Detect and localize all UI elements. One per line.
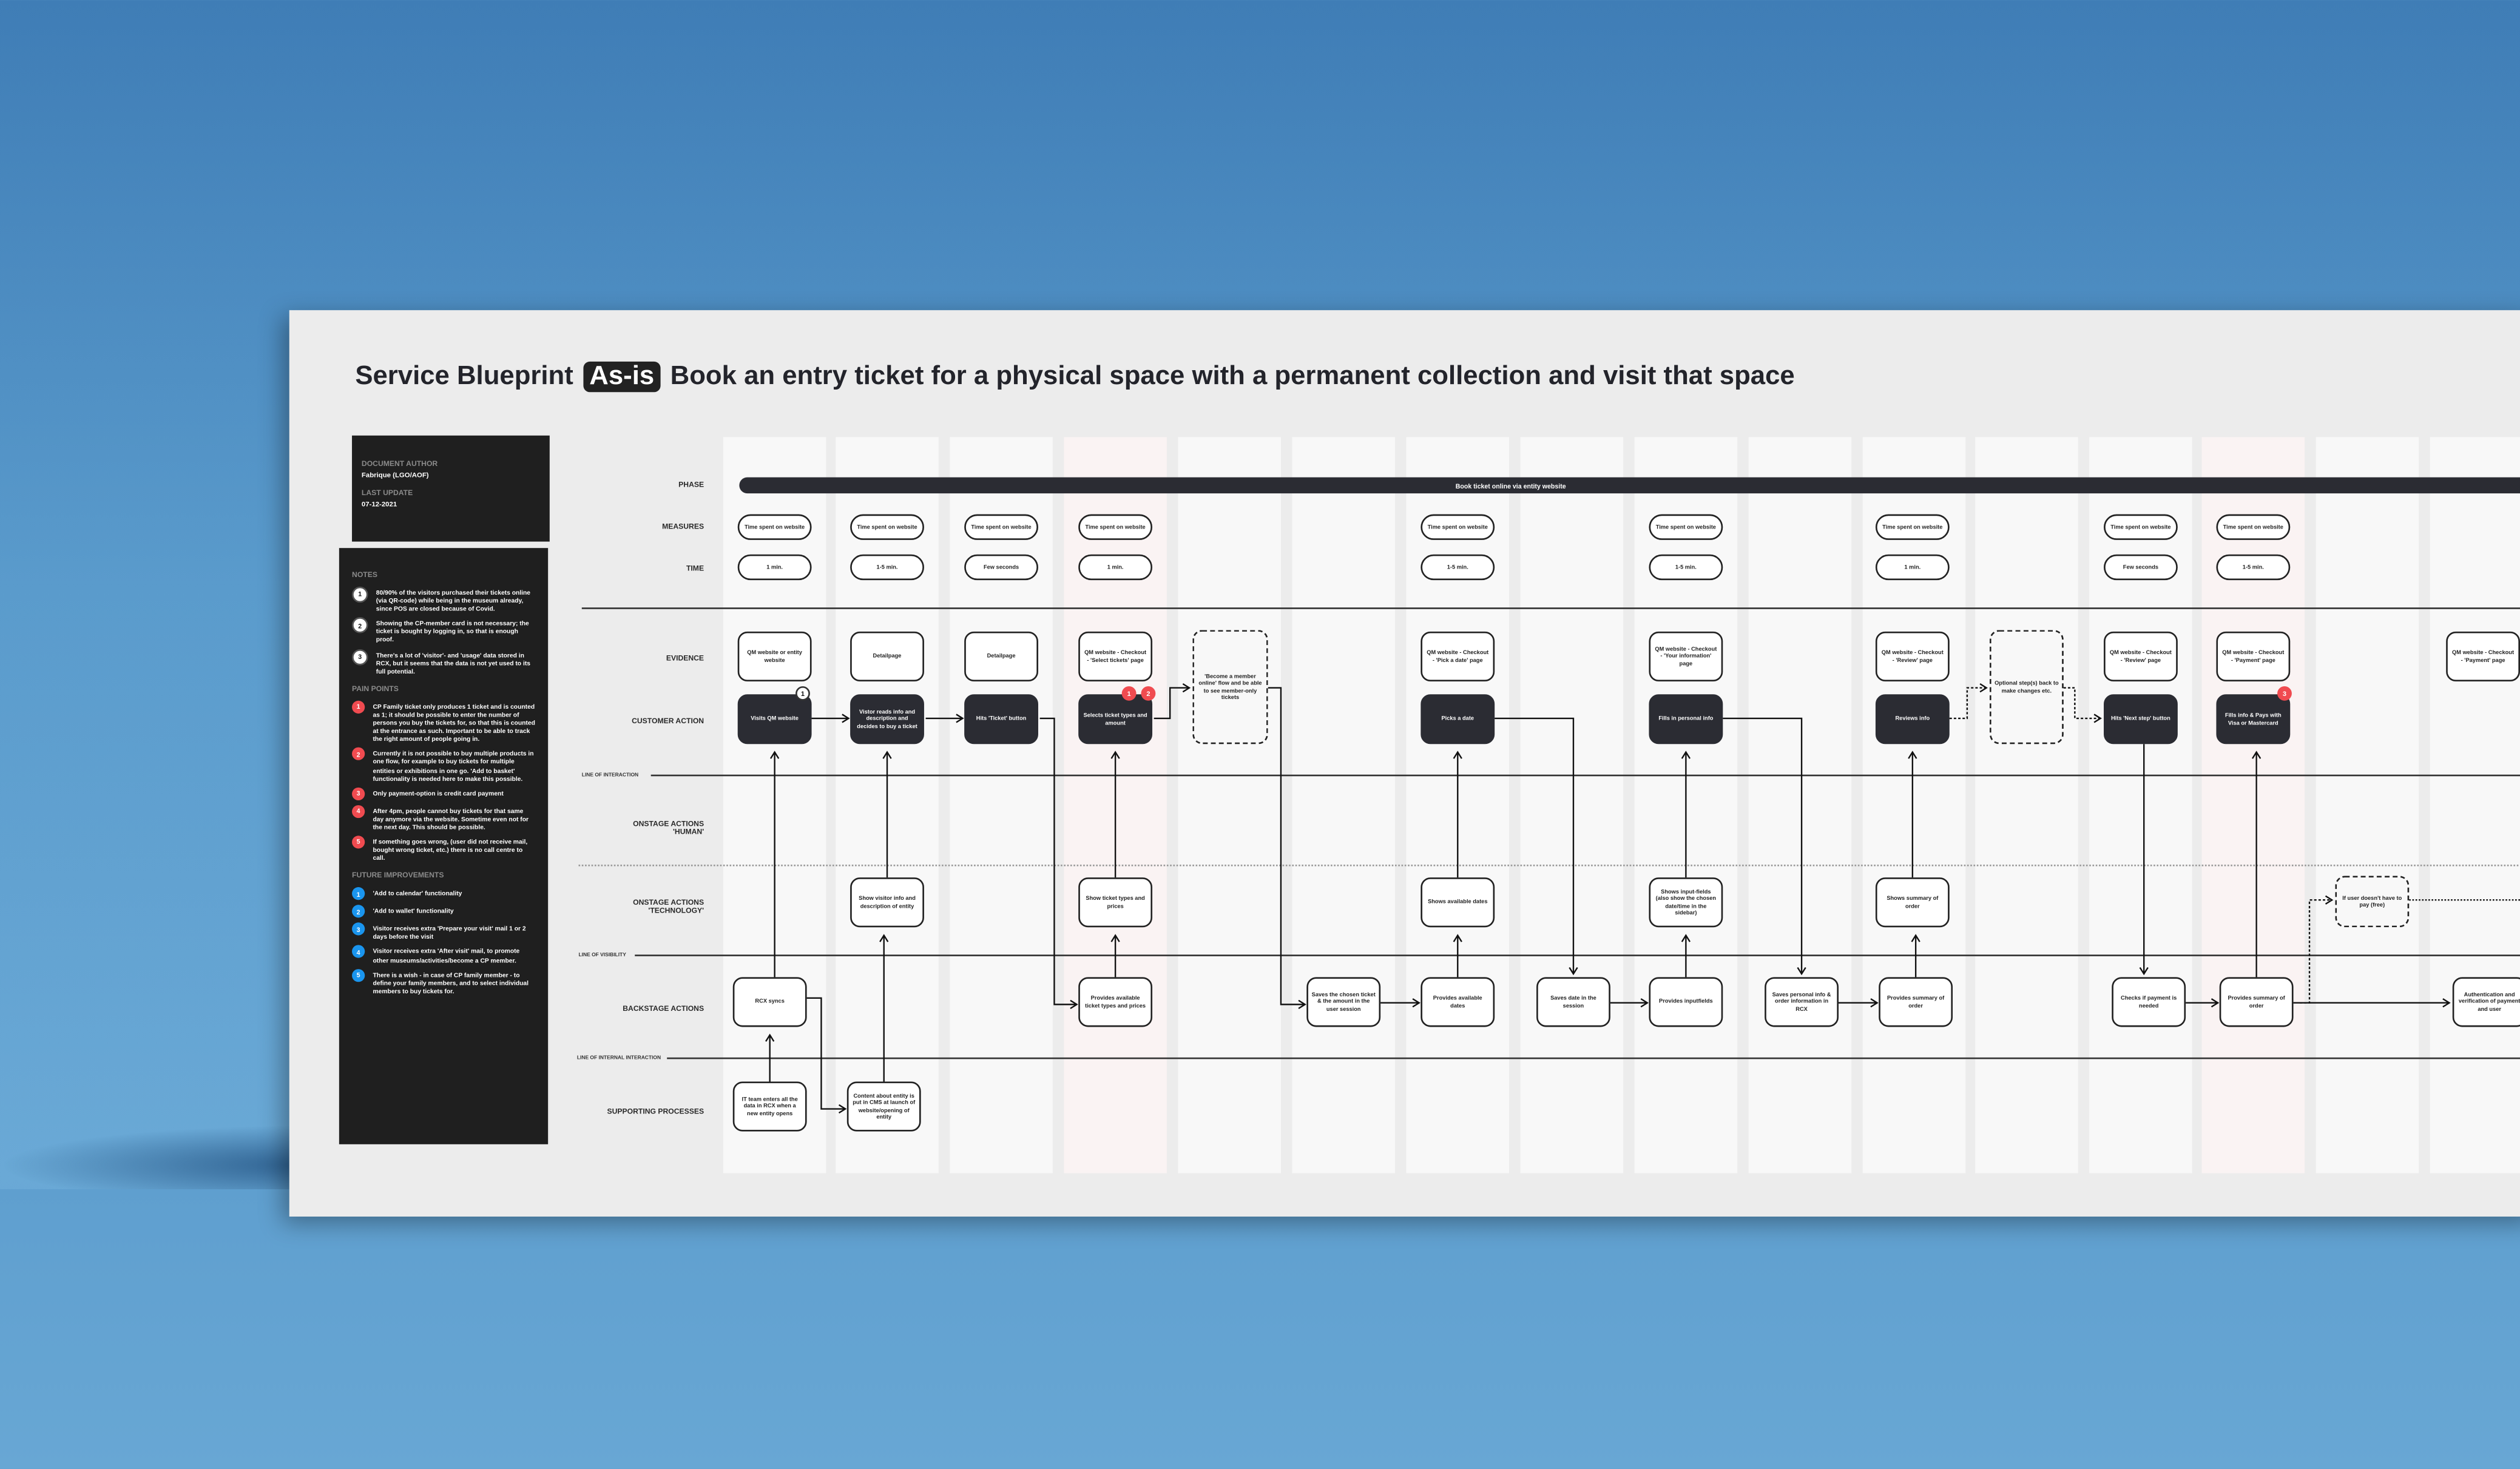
arrow <box>1268 687 1306 1010</box>
arrow <box>1495 717 1578 976</box>
dashed-arrow <box>2063 687 2102 723</box>
arrow <box>1154 683 1191 720</box>
scene: Service Blueprint As-is Book an entry ti… <box>0 0 2520 1469</box>
arrow <box>1723 717 1806 976</box>
arrow <box>1039 717 1078 1010</box>
dashed-arrow <box>1949 683 1988 720</box>
arrow <box>806 997 847 1114</box>
flow-arrows <box>765 683 2520 1114</box>
dashed-arrow <box>2300 895 2334 1004</box>
